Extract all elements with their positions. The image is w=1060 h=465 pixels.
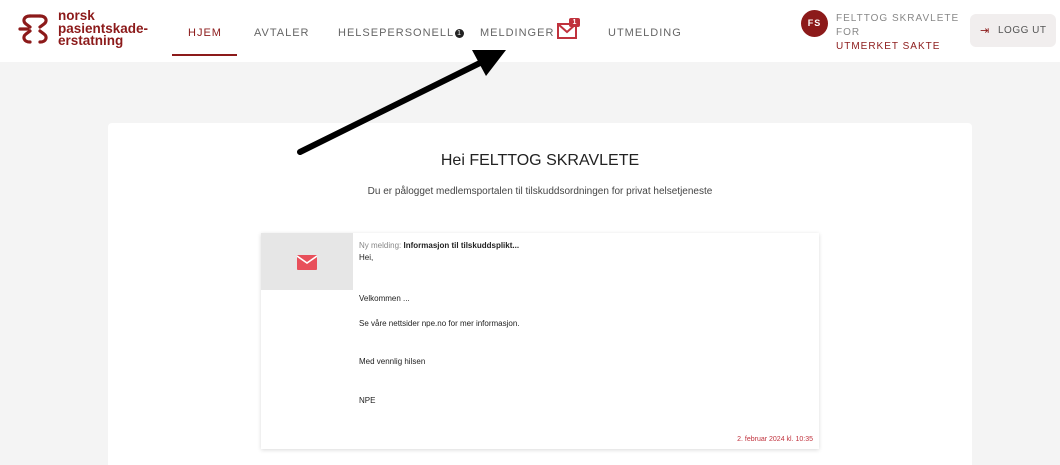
nav-item-helsepersonell[interactable]: HELSEPERSONELL 1 — [338, 27, 465, 39]
logo-line-3: erstatning — [58, 33, 124, 48]
user-info[interactable]: FELTTOG SKRAVLETE FOR UTMERKET SAKTE — [836, 12, 959, 54]
message-line-1: Hei, — [359, 253, 374, 262]
message-icon-box — [261, 233, 353, 290]
message-line-5: NPE — [359, 396, 376, 405]
npe-logo-icon — [18, 14, 48, 44]
message-line-4: Med vennlig hilsen — [359, 357, 426, 366]
nav-item-hjem[interactable]: HJEM — [188, 27, 222, 39]
logo-text: norsk pasientskade- erstatning — [58, 9, 148, 48]
envelope-icon — [297, 255, 317, 270]
message-card[interactable]: Ny melding: Informasjon til tilskuddspli… — [261, 233, 819, 449]
user-name: FELTTOG SKRAVLETE — [836, 13, 960, 24]
user-avatar[interactable]: FS — [801, 10, 828, 37]
nav-active-underline — [172, 54, 237, 56]
message-header: Ny melding: Informasjon til tilskuddspli… — [359, 241, 519, 250]
message-line-3: Se våre nettsider npe.no for mer informa… — [359, 319, 520, 328]
message-line-2: Velkommen ... — [359, 294, 410, 303]
nav-item-meldinger[interactable]: MELDINGER — [480, 27, 554, 39]
npe-logo[interactable]: norsk pasientskade- erstatning — [18, 9, 168, 54]
message-title: Informasjon til tilskuddsplikt... — [403, 241, 520, 250]
top-header: norsk pasientskade- erstatning HJEM AVTA… — [0, 0, 1060, 62]
logout-button[interactable]: ⇥ LOGG UT — [970, 14, 1056, 47]
message-prefix: Ny melding: — [359, 241, 402, 250]
page-title: Hei FELTTOG SKRAVLETE — [440, 152, 640, 169]
user-for-label: FOR — [836, 27, 861, 38]
nav-item-avtaler[interactable]: AVTALER — [254, 27, 310, 39]
page-subtitle: Du er pålogget medlemsportalen til tilsk… — [367, 186, 713, 197]
message-date: 2. februar 2024 kl. 10:35 — [737, 436, 813, 443]
meldinger-count-badge: 1 — [569, 18, 580, 27]
helsepersonell-badge: 1 — [455, 29, 465, 38]
nav-item-helsepersonell-label: HELSEPERSONELL — [338, 27, 455, 39]
meldinger-mail-icon[interactable]: 1 — [557, 18, 580, 40]
nav-item-utmelding[interactable]: UTMELDING — [608, 27, 682, 39]
logout-icon: ⇥ — [980, 25, 990, 37]
user-org: UTMERKET SAKTE — [836, 41, 941, 52]
logout-label: LOGG UT — [998, 25, 1047, 36]
